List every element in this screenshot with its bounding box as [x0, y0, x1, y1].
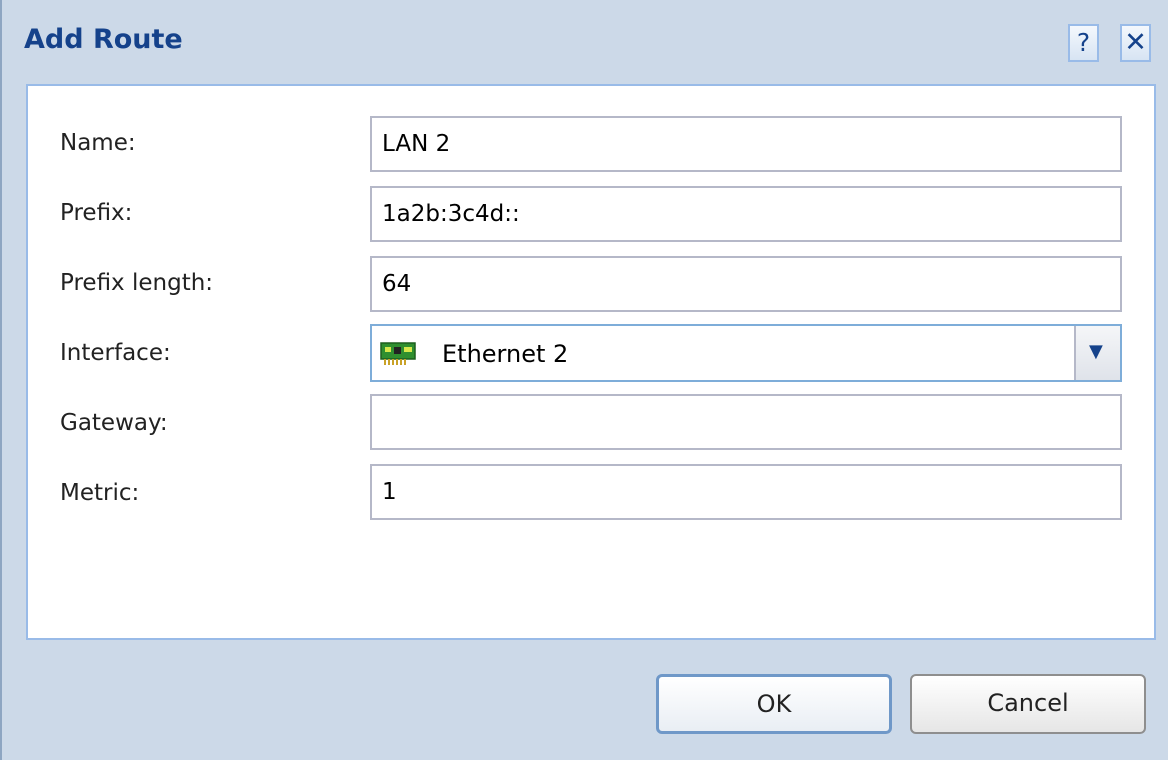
prefix-length-field[interactable]: [370, 256, 1122, 312]
gateway-field[interactable]: [370, 394, 1122, 450]
interface-select[interactable]: Ethernet 2 ▼: [370, 324, 1122, 382]
interface-dropdown-button[interactable]: ▼: [1074, 326, 1120, 380]
gateway-label: Gateway:: [60, 410, 168, 436]
metric-field[interactable]: [370, 464, 1122, 520]
chevron-down-icon: ▼: [1089, 341, 1103, 362]
dialog-title: Add Route: [24, 24, 183, 55]
prefix-length-label: Prefix length:: [60, 270, 214, 296]
help-icon: ?: [1076, 28, 1091, 57]
name-label: Name:: [60, 130, 136, 156]
close-icon: ✕: [1124, 27, 1147, 58]
network-card-icon: [380, 342, 416, 365]
name-field[interactable]: [370, 116, 1122, 172]
interface-value: Ethernet 2: [442, 340, 569, 368]
ok-button[interactable]: OK: [656, 674, 892, 734]
title-bar[interactable]: Add Route ? ✕: [2, 0, 1168, 84]
metric-label: Metric:: [60, 480, 140, 506]
interface-label: Interface:: [60, 340, 171, 366]
prefix-label: Prefix:: [60, 200, 133, 226]
cancel-button[interactable]: Cancel: [910, 674, 1146, 734]
prefix-field[interactable]: [370, 186, 1122, 242]
form-panel: Name: Prefix: Prefix length: Interface: …: [26, 84, 1156, 640]
help-button[interactable]: ?: [1068, 24, 1099, 62]
close-button[interactable]: ✕: [1120, 24, 1151, 62]
add-route-dialog: Add Route ? ✕ Name: Prefix: Prefix lengt…: [0, 0, 1168, 760]
